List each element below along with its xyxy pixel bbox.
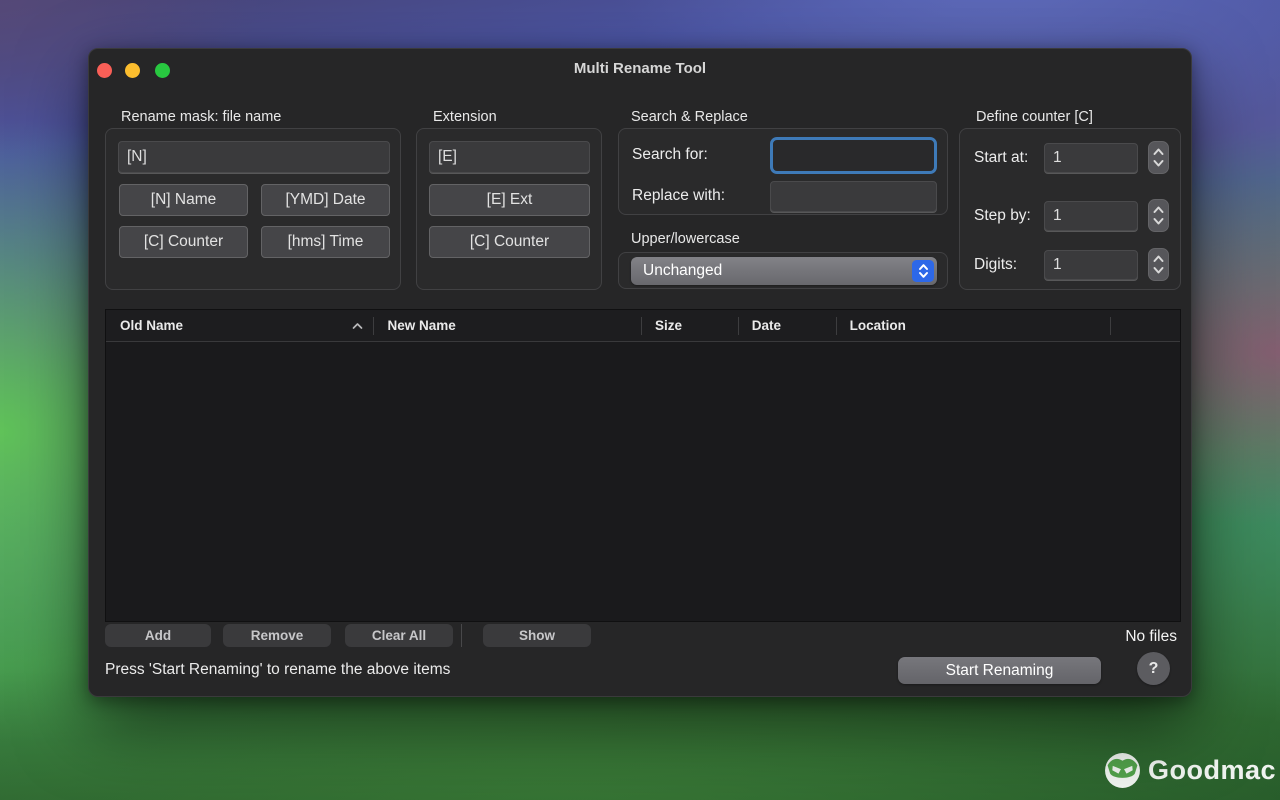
column-label: Location [850,318,906,333]
extension-section-label: Extension [433,109,497,125]
remove-button[interactable]: Remove [223,624,331,647]
file-list-area[interactable] [106,342,1180,621]
digits-input[interactable] [1044,250,1138,280]
column-label: New Name [387,318,455,333]
column-header-size[interactable]: Size [641,310,738,341]
counter-section-label: Define counter [C] [976,109,1093,125]
sort-ascending-icon [352,322,363,330]
dropdown-chevrons-icon [912,260,934,282]
stepper-chevrons-icon [1151,252,1166,277]
insert-ext-counter-token-button[interactable]: [C] Counter [429,226,590,258]
search-for-label: Search for: [632,146,708,164]
replace-with-label: Replace with: [632,187,725,205]
start-at-label: Start at: [974,149,1028,167]
clear-all-button[interactable]: Clear All [345,624,453,647]
insert-date-token-button[interactable]: [YMD] Date [261,184,390,216]
insert-ext-token-button[interactable]: [E] Ext [429,184,590,216]
help-button[interactable]: ? [1137,652,1170,685]
insert-name-token-button[interactable]: [N] Name [119,184,248,216]
insert-time-token-button[interactable]: [hms] Time [261,226,390,258]
step-by-label: Step by: [974,207,1031,225]
digits-label: Digits: [974,256,1017,274]
watermark: Goodmac [1104,752,1276,789]
column-header-old-name[interactable]: Old Name [106,310,373,341]
case-panel: Unchanged [618,252,948,289]
column-header-date[interactable]: Date [738,310,836,341]
rename-mask-panel: [N] Name [YMD] Date [C] Counter [hms] Ti… [105,128,401,290]
show-button[interactable]: Show [483,624,591,647]
status-hint: Press 'Start Renaming' to rename the abo… [105,661,450,679]
column-header-new-name[interactable]: New Name [373,310,640,341]
insert-counter-token-button[interactable]: [C] Counter [119,226,248,258]
extension-panel: [E] Ext [C] Counter [416,128,602,290]
toolbar-divider [461,624,462,647]
uppercase-lowercase-label: Upper/lowercase [631,231,740,247]
rename-mask-input[interactable] [118,141,390,173]
goodmac-logo-icon [1104,752,1141,789]
table-header: Old Name New Name Size Date Location [106,310,1180,342]
step-by-input[interactable] [1044,201,1138,231]
watermark-text: Goodmac [1148,755,1276,786]
column-header-extra [1110,310,1180,341]
case-dropdown[interactable]: Unchanged [631,257,937,285]
column-label: Date [752,318,781,333]
search-replace-section-label: Search & Replace [631,109,748,125]
stepper-chevrons-icon [1151,203,1166,228]
file-table: Old Name New Name Size Date Location [105,309,1181,622]
start-renaming-button[interactable]: Start Renaming [898,657,1101,684]
search-replace-panel: Search for: Replace with: [618,128,948,215]
step-by-stepper[interactable] [1148,199,1169,232]
titlebar: Multi Rename Tool [89,49,1191,89]
multi-rename-tool-window: Multi Rename Tool Rename mask: file name… [88,48,1192,697]
replace-with-input[interactable] [770,181,937,212]
rename-mask-section-label: Rename mask: file name [121,109,281,125]
window-title: Multi Rename Tool [89,60,1191,77]
extension-mask-input[interactable] [429,141,590,173]
column-header-location[interactable]: Location [836,310,1110,341]
case-dropdown-value: Unchanged [631,262,722,280]
digits-stepper[interactable] [1148,248,1169,281]
files-status: No files [1125,625,1177,648]
add-button[interactable]: Add [105,624,211,647]
start-at-input[interactable] [1044,143,1138,173]
start-at-stepper[interactable] [1148,141,1169,174]
search-for-input[interactable] [770,137,937,174]
column-label: Size [655,318,682,333]
column-label: Old Name [120,318,183,333]
define-counter-panel: Start at: Step by: Digits: [959,128,1181,290]
stepper-chevrons-icon [1151,145,1166,170]
